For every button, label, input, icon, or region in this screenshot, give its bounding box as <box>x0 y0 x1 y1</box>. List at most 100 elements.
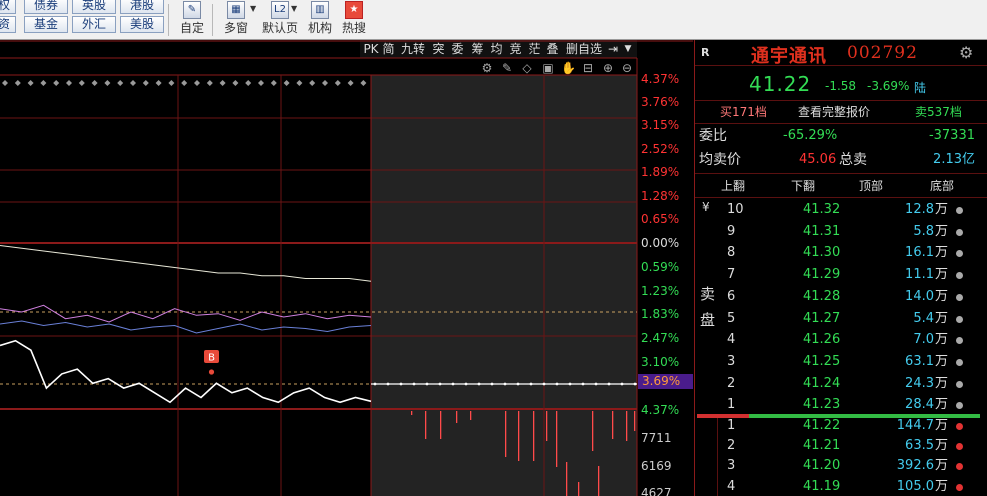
event-diamond <box>168 80 175 86</box>
settings-icon[interactable]: ⚙ <box>480 60 494 76</box>
tab-chip[interactable]: 筹 <box>470 41 485 57</box>
market-button-us-stocks[interactable]: 美股 <box>120 16 164 33</box>
order-status-dot[interactable] <box>956 358 963 366</box>
order-status-dot[interactable] <box>956 483 963 491</box>
sell-order-row[interactable]: 8 41.30 16.1 万 <box>695 242 987 264</box>
save-icon[interactable]: ▣ <box>541 60 555 76</box>
tab-breakout[interactable]: 突 <box>431 41 446 57</box>
page-down-button[interactable]: 下翻 <box>791 175 815 197</box>
buy-order-row[interactable]: 3 41.20 392.6 万 <box>695 455 987 477</box>
sell-order-row[interactable]: 9 41.31 5.8 万 <box>695 221 987 243</box>
top-button[interactable]: 顶部 <box>859 175 883 197</box>
order-status-dot[interactable] <box>956 207 963 214</box>
order-status-dot[interactable] <box>956 250 963 258</box>
order-status-dot[interactable] <box>956 293 963 301</box>
axis-label: 1.89% <box>641 165 680 179</box>
sell-order-row[interactable]: 2 41.24 24.3 万 <box>695 373 987 395</box>
page-up-button[interactable]: 上翻 <box>721 175 745 197</box>
weibi-diff: -37331 <box>928 128 975 143</box>
hand-icon[interactable]: ✋ <box>561 60 576 76</box>
buy-levels-button[interactable]: 买171档 <box>720 101 767 123</box>
order-status-dot[interactable] <box>956 315 963 323</box>
volume-bar <box>626 411 628 441</box>
buy-volume-unit: 万 <box>935 418 949 433</box>
order-status-dot[interactable] <box>956 228 963 236</box>
future-time-area <box>371 75 637 496</box>
buy-order-row[interactable]: 2 41.21 63.5 万 <box>695 435 987 457</box>
market-button-quan[interactable]: 权 <box>0 0 16 14</box>
order-status-dot[interactable] <box>956 337 963 345</box>
sell-order-row[interactable]: 1 41.23 28.4 万 <box>695 394 987 416</box>
pen-icon[interactable]: ✎ <box>500 60 514 76</box>
event-diamond <box>181 80 188 86</box>
sell-levels-button[interactable]: 卖537档 <box>915 101 962 123</box>
tab-pk[interactable]: PK <box>362 41 380 57</box>
axis-label: 4.37% <box>641 72 680 86</box>
sell-order-row[interactable]: 5 41.27 5.4 万 <box>695 308 987 330</box>
stock-name[interactable]: 通宇通讯 <box>751 42 827 68</box>
volume-axis-label: 7711 <box>641 431 672 445</box>
tab-average[interactable]: 均 <box>489 41 504 57</box>
tab-overlay[interactable]: 叠 <box>545 41 560 57</box>
tab-simple[interactable]: 简 <box>381 41 396 57</box>
stock-code[interactable]: 002792 <box>847 43 918 63</box>
market-button-funds[interactable]: 基金 <box>24 16 68 33</box>
event-diamond <box>245 80 252 86</box>
tab-order[interactable]: 委 <box>450 41 465 57</box>
sell-order-row[interactable]: 7 41.29 11.1 万 <box>695 264 987 286</box>
market-button-forex[interactable]: 外汇 <box>72 16 116 33</box>
projected-point <box>607 382 611 386</box>
order-status-dot[interactable] <box>956 423 963 430</box>
volume-bar <box>440 411 442 439</box>
tool-customize[interactable]: ✎ 自定 <box>172 0 212 38</box>
intraday-chart-panel[interactable]: B PK 简 九转 突 委 筹 均 竞 茫 叠 删自选 ⇥ ▼ ⚙ ✎ ◇ ▣ … <box>0 40 693 496</box>
chevron-down-icon[interactable]: ▼ <box>622 41 634 57</box>
tool-hot-search[interactable]: ★ 热搜 <box>334 0 374 38</box>
buy-volume-unit: 万 <box>935 438 949 454</box>
projected-point <box>503 382 507 386</box>
buy-volume-unit: 万 <box>935 458 949 474</box>
sell-volume: 24.3 <box>905 375 934 391</box>
intraday-chart[interactable]: B <box>0 40 693 496</box>
buy-order-row[interactable]: 1 41.22 144.7 万 <box>695 415 987 437</box>
axis-label: 2.47% <box>641 331 680 345</box>
market-button-hk-stocks[interactable]: 港股 <box>120 0 164 14</box>
eraser-icon[interactable]: ◇ <box>520 60 534 76</box>
settings-gear-icon[interactable]: ⚙ <box>959 43 973 62</box>
sell-order-row[interactable]: 6 41.28 14.0 万 <box>695 286 987 308</box>
collapse-panel-icon[interactable]: ⇥ <box>606 41 620 57</box>
chevron-down-icon[interactable]: ▼ <box>291 4 297 13</box>
projected-point <box>555 382 559 386</box>
order-status-dot[interactable] <box>956 402 963 410</box>
sell-order-row[interactable]: 3 41.25 63.1 万 <box>695 351 987 373</box>
buy-volume-unit: 万 <box>935 478 949 494</box>
tab-remove-watchlist[interactable]: 删自选 <box>564 41 604 57</box>
order-status-dot[interactable] <box>956 443 963 451</box>
market-button-bonds[interactable]: 债券 <box>24 0 68 14</box>
tab-nine-turn[interactable]: 九转 <box>398 41 428 57</box>
weibi-label: 委比 <box>699 128 727 144</box>
market-button-uk-stocks[interactable]: 英股 <box>72 0 116 14</box>
chevron-down-icon[interactable]: ▼ <box>250 4 256 13</box>
projected-point <box>399 382 403 386</box>
quote-panel: R 通宇通讯 002792 ⚙ 41.22 -1.58 -3.69% 陆 买17… <box>694 40 987 496</box>
tab-auction[interactable]: 竞 <box>508 41 523 57</box>
volume-axis-label: 6169 <box>641 459 672 473</box>
market-button-zi[interactable]: 资 <box>0 16 16 33</box>
projected-point <box>464 382 468 386</box>
order-status-dot[interactable] <box>956 380 963 388</box>
order-status-dot[interactable] <box>956 272 963 280</box>
event-diamond <box>142 80 149 86</box>
lock-icon[interactable]: ⊟ <box>581 60 595 76</box>
bottom-button[interactable]: 底部 <box>930 175 954 197</box>
zoom-in-icon[interactable]: ⊕ <box>601 60 615 76</box>
zoom-out-icon[interactable]: ⊖ <box>620 60 634 76</box>
sell-order-row[interactable]: 4 41.26 7.0 万 <box>695 329 987 351</box>
full-quote-button[interactable]: 查看完整报价 <box>798 101 870 123</box>
tab-mang[interactable]: 茫 <box>527 41 542 57</box>
buy-order-row[interactable]: 4 41.19 105.0 万 <box>695 476 987 496</box>
order-status-dot[interactable] <box>956 463 963 471</box>
toolbar-separator <box>212 4 213 36</box>
sell-order-row[interactable]: 10 41.32 12.8 万 <box>695 199 987 221</box>
projected-point <box>451 382 455 386</box>
